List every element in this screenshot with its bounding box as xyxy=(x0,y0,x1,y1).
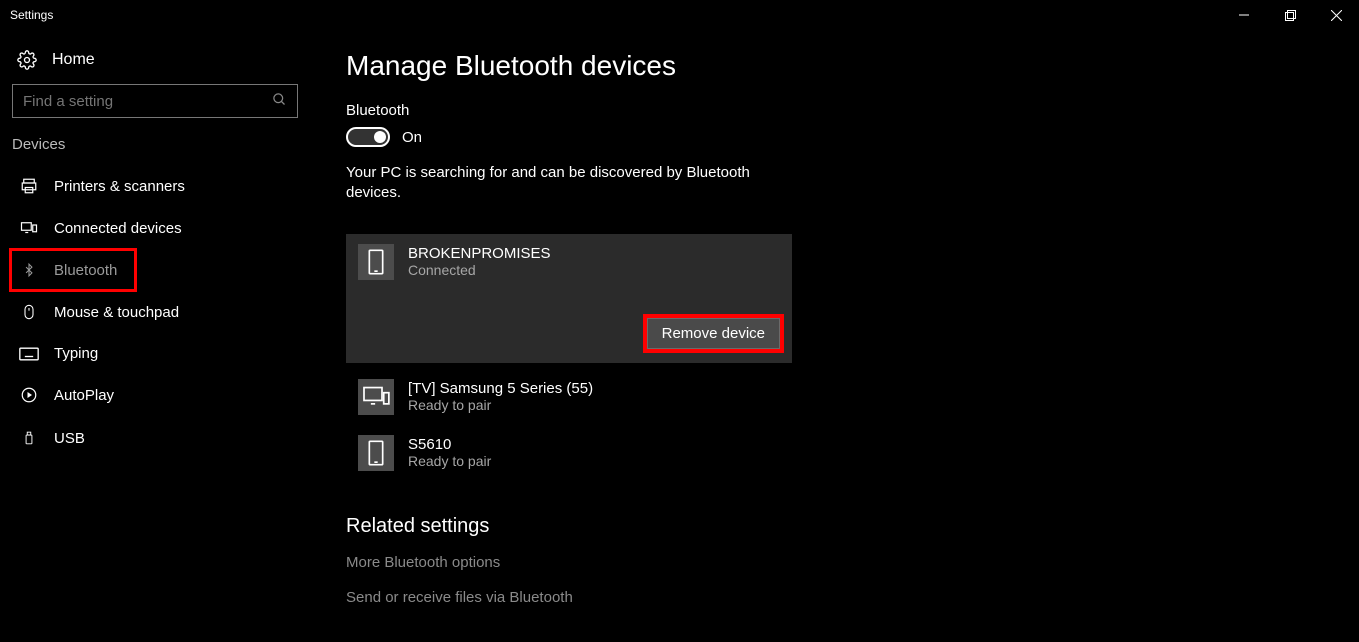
phone-icon xyxy=(358,435,394,471)
sidebar-item-label: AutoPlay xyxy=(54,387,114,404)
minimize-button[interactable] xyxy=(1221,0,1267,30)
autoplay-icon xyxy=(18,386,40,404)
device-item[interactable]: S5610 Ready to pair xyxy=(346,425,792,481)
keyboard-icon xyxy=(18,347,40,361)
main-content: Manage Bluetooth devices Bluetooth On Yo… xyxy=(310,30,1359,642)
search-box[interactable] xyxy=(12,84,298,118)
sidebar-item-typing[interactable]: Typing xyxy=(10,333,300,374)
usb-icon xyxy=(18,428,40,448)
titlebar: Settings xyxy=(0,0,1359,30)
sidebar-item-label: USB xyxy=(54,430,85,447)
gear-icon xyxy=(16,50,38,70)
sidebar-item-label: Connected devices xyxy=(54,220,182,237)
home-label: Home xyxy=(52,51,95,69)
device-name: BROKENPROMISES xyxy=(408,245,551,262)
sidebar-item-label: Typing xyxy=(54,345,98,362)
sidebar-item-usb[interactable]: USB xyxy=(10,416,300,460)
sidebar-item-bluetooth[interactable]: Bluetooth xyxy=(10,249,136,291)
device-list: BROKENPROMISES Connected Remove device [… xyxy=(346,234,792,481)
device-item[interactable]: [TV] Samsung 5 Series (55) Ready to pair xyxy=(346,369,792,425)
bluetooth-toggle[interactable] xyxy=(346,127,390,147)
mouse-icon xyxy=(18,303,40,321)
remove-device-button[interactable]: Remove device xyxy=(647,318,780,349)
device-status: Ready to pair xyxy=(408,453,491,469)
phone-icon xyxy=(358,244,394,280)
sidebar: Home Devices Printers & scanners Connect… xyxy=(0,30,310,642)
printer-icon xyxy=(18,177,40,195)
bluetooth-toggle-label: Bluetooth xyxy=(346,102,1339,119)
bluetooth-toggle-state: On xyxy=(402,129,422,146)
device-item-selected[interactable]: BROKENPROMISES Connected Remove device xyxy=(346,234,792,363)
close-button[interactable] xyxy=(1313,0,1359,30)
toggle-knob xyxy=(374,131,386,143)
link-more-bluetooth-options[interactable]: More Bluetooth options xyxy=(346,554,1339,571)
related-settings-heading: Related settings xyxy=(346,515,1339,538)
link-send-receive-files[interactable]: Send or receive files via Bluetooth xyxy=(346,589,1339,606)
discovery-status-text: Your PC is searching for and can be disc… xyxy=(346,163,756,204)
sidebar-item-label: Bluetooth xyxy=(54,262,117,279)
device-status: Connected xyxy=(408,262,551,278)
device-name: S5610 xyxy=(408,436,491,453)
sidebar-section-label: Devices xyxy=(10,136,300,165)
device-name: [TV] Samsung 5 Series (55) xyxy=(408,380,593,397)
device-status: Ready to pair xyxy=(408,397,593,413)
home-button[interactable]: Home xyxy=(10,44,300,84)
devices-icon xyxy=(18,219,40,237)
sidebar-item-autoplay[interactable]: AutoPlay xyxy=(10,374,300,416)
tv-icon xyxy=(358,379,394,415)
page-title: Manage Bluetooth devices xyxy=(346,50,1339,82)
search-icon xyxy=(272,92,287,111)
window-title: Settings xyxy=(10,8,53,22)
sidebar-item-mouse-touchpad[interactable]: Mouse & touchpad xyxy=(10,291,300,333)
sidebar-item-label: Printers & scanners xyxy=(54,178,185,195)
bluetooth-icon xyxy=(18,261,40,279)
search-input[interactable] xyxy=(23,93,272,110)
sidebar-item-connected-devices[interactable]: Connected devices xyxy=(10,207,300,249)
window-controls xyxy=(1221,0,1359,30)
sidebar-item-label: Mouse & touchpad xyxy=(54,304,179,321)
sidebar-item-printers-scanners[interactable]: Printers & scanners xyxy=(10,165,300,207)
maximize-button[interactable] xyxy=(1267,0,1313,30)
